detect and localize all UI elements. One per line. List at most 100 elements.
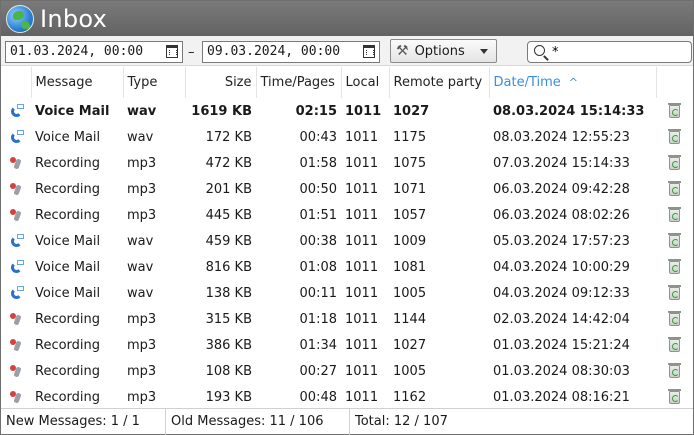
cell-delete [656, 124, 693, 150]
trash-icon[interactable] [668, 284, 681, 300]
cell-size: 138 KB [205, 285, 252, 301]
cell-remote-party: 1009 [393, 233, 427, 249]
table-row[interactable]: Recording mp3 193 KB 00:48 1011 1162 01.03.202… [1, 384, 693, 410]
cell-delete [656, 254, 693, 280]
trash-icon[interactable] [668, 310, 681, 326]
cell-local: 1011 [345, 129, 379, 145]
cell-size: 193 KB [205, 389, 252, 405]
cell-delete [656, 280, 693, 306]
cell-message: Recording [35, 181, 101, 197]
trash-icon[interactable] [668, 154, 681, 170]
window-title: Inbox [40, 4, 108, 33]
date-to-field[interactable]: 09.03.2024, 00:00 [202, 41, 380, 63]
cell-type: mp3 [127, 389, 157, 405]
trash-icon[interactable] [668, 258, 681, 274]
cell-delete [656, 306, 693, 332]
cell-delete [656, 176, 693, 202]
trash-icon[interactable] [668, 180, 681, 196]
cell-local: 1011 [345, 181, 379, 197]
cell-date-time: 06.03.2024 09:42:28 [493, 181, 630, 197]
cell-icon [1, 150, 31, 176]
recording-icon [9, 208, 23, 222]
trash-icon[interactable] [668, 388, 681, 404]
cell-time-pages: 01:58 [299, 155, 337, 171]
trash-icon[interactable] [668, 102, 681, 118]
status-old-messages: Old Messages: 11 / 106 [166, 409, 350, 435]
options-button[interactable]: ⚒ Options [390, 39, 497, 63]
cell-type: wav [127, 129, 154, 145]
inbox-window: Inbox 01.03.2024, 00:00 – 09.03.2024, 00… [0, 0, 694, 435]
cell-message: Recording [35, 155, 101, 171]
header-time-pages[interactable]: Time/Pages [256, 67, 342, 98]
cell-local: 1011 [345, 363, 379, 379]
table-row[interactable]: Voice Mail wav 138 KB 00:11 1011 1005 04.03.20… [1, 280, 693, 306]
date-from-field[interactable]: 01.03.2024, 00:00 [5, 41, 183, 63]
cell-remote-party: 1075 [393, 155, 427, 171]
cell-remote-party: 1027 [393, 103, 430, 119]
cell-type: mp3 [127, 337, 157, 353]
cell-date-time: 08.03.2024 15:14:33 [493, 103, 645, 119]
cell-icon [1, 254, 31, 280]
cell-remote-party: 1071 [393, 181, 427, 197]
search-box[interactable] [527, 41, 692, 63]
cell-type: wav [127, 103, 157, 119]
cell-type: mp3 [127, 155, 157, 171]
trash-icon[interactable] [668, 336, 681, 352]
search-input[interactable] [552, 43, 688, 61]
table-row[interactable]: Recording mp3 386 KB 01:34 1011 1027 01.03.202… [1, 332, 693, 358]
cell-time-pages: 02:15 [295, 103, 337, 119]
header-date-time[interactable]: Date/Time ^ [489, 67, 657, 98]
cell-time-pages: 00:43 [299, 129, 337, 145]
table-row[interactable]: Recording mp3 445 KB 01:51 1011 1057 06.03.202… [1, 202, 693, 228]
table-row[interactable]: Recording mp3 472 KB 01:58 1011 1075 07.03.202… [1, 150, 693, 176]
trash-icon[interactable] [668, 232, 681, 248]
table-row[interactable]: Voice Mail wav 1619 KB 02:15 1011 1027 08.03.2… [1, 98, 693, 124]
cell-time-pages: 01:08 [299, 259, 337, 275]
cell-date-time: 01.03.2024 08:16:21 [493, 389, 630, 405]
cell-type: mp3 [127, 363, 157, 379]
cell-local: 1011 [345, 233, 379, 249]
cell-size: 1619 KB [191, 103, 252, 119]
table-row[interactable]: Recording mp3 108 KB 00:27 1011 1005 01.03.202… [1, 358, 693, 384]
cell-size: 386 KB [205, 337, 252, 353]
search-icon [534, 45, 545, 56]
cell-delete [656, 150, 693, 176]
header-message[interactable]: Message [31, 67, 124, 98]
table-row[interactable]: Recording mp3 315 KB 01:18 1011 1144 02.03.202… [1, 306, 693, 332]
message-list: Message Type Size Time/Pages Local Remot… [1, 67, 693, 410]
cell-type: wav [127, 259, 154, 275]
cell-local: 1011 [345, 207, 379, 223]
trash-icon[interactable] [668, 206, 681, 222]
cell-delete [656, 202, 693, 228]
table-row[interactable]: Voice Mail wav 172 KB 00:43 1011 1175 08.03.20… [1, 124, 693, 150]
cell-icon [1, 306, 31, 332]
cell-time-pages: 00:27 [299, 363, 337, 379]
cell-message: Voice Mail [35, 103, 110, 119]
header-remote-party[interactable]: Remote party [389, 67, 490, 98]
header-type[interactable]: Type [123, 67, 186, 98]
cell-type: wav [127, 285, 154, 301]
cell-type: wav [127, 233, 154, 249]
header-local[interactable]: Local [341, 67, 390, 98]
trash-icon[interactable] [668, 362, 681, 378]
cell-message: Voice Mail [35, 233, 101, 249]
table-row[interactable]: Recording mp3 201 KB 00:50 1011 1071 06.03.202… [1, 176, 693, 202]
calendar-icon[interactable] [166, 45, 178, 58]
cell-date-time: 05.03.2024 17:57:23 [493, 233, 630, 249]
table-row[interactable]: Voice Mail wav 816 KB 01:08 1011 1081 04.03.20… [1, 254, 693, 280]
calendar-icon[interactable] [363, 45, 375, 58]
cell-message: Recording [35, 337, 101, 353]
cell-message: Voice Mail [35, 285, 101, 301]
recording-icon [9, 312, 23, 326]
cell-remote-party: 1057 [393, 207, 427, 223]
trash-icon[interactable] [668, 128, 681, 144]
status-bar: New Messages: 1 / 1 Old Messages: 11 / 1… [1, 408, 693, 435]
header-size[interactable]: Size [185, 67, 257, 98]
table-row[interactable]: Voice Mail wav 459 KB 00:38 1011 1009 05.03.20… [1, 228, 693, 254]
cell-local: 1011 [345, 389, 379, 405]
toolbar: 01.03.2024, 00:00 – 09.03.2024, 00:00 ⚒ … [1, 36, 693, 66]
cell-icon [1, 358, 31, 384]
date-separator: – [188, 45, 195, 60]
cell-size: 816 KB [205, 259, 252, 275]
header-actions [656, 67, 693, 98]
